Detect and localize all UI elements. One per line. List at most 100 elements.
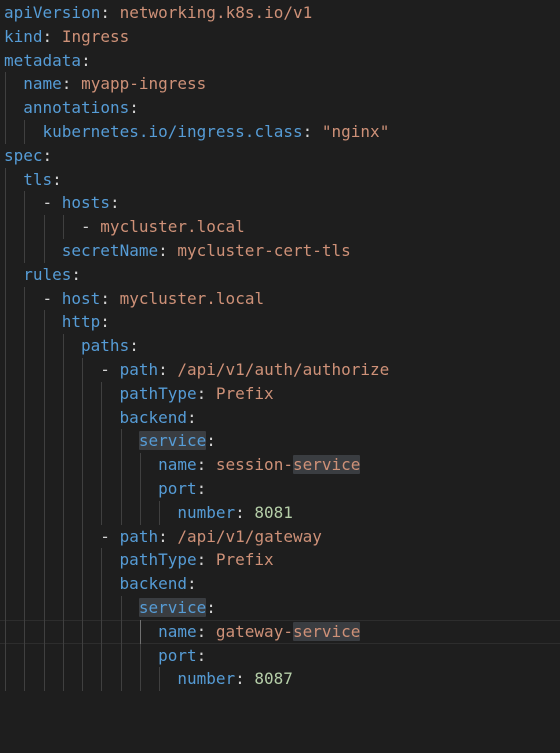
indent-guide <box>139 453 141 477</box>
indent-guide <box>62 334 64 358</box>
colon: : <box>186 407 197 427</box>
yaml-key: number <box>177 669 236 689</box>
indent-guide <box>43 405 45 430</box>
indent-guide <box>24 215 26 239</box>
indent-guide <box>5 334 6 358</box>
yaml-key: rules <box>23 264 72 284</box>
indent-guide <box>82 595 84 620</box>
yaml-key: tls <box>23 169 53 189</box>
code-line[interactable]: port: <box>0 476 560 501</box>
colon: : <box>109 193 120 213</box>
indent-guide <box>82 476 84 501</box>
code-line[interactable]: paths: <box>0 334 560 358</box>
colon: : <box>186 574 197 594</box>
code-line[interactable]: number: 8081 <box>0 500 560 525</box>
code-line[interactable]: name: session-service <box>0 453 560 477</box>
code-line[interactable]: metadata: <box>0 49 560 73</box>
indent-guide <box>5 310 6 335</box>
indent-guide <box>24 381 26 406</box>
code-line[interactable]: pathType: Prefix <box>0 381 560 406</box>
indent-guide <box>24 405 26 430</box>
indent-guide <box>5 572 6 596</box>
code-editor[interactable]: apiVersion: networking.k8s.io/v1 kind: In… <box>0 0 560 753</box>
colon: : <box>206 597 216 617</box>
colon: : <box>235 502 245 522</box>
yaml-key: pathType <box>119 550 197 570</box>
code-line[interactable]: service: <box>0 429 560 454</box>
code-line[interactable]: kind: Ingress <box>0 25 560 49</box>
indent-guide <box>24 357 26 382</box>
indent-guide <box>101 619 103 644</box>
indent-guide <box>120 453 122 477</box>
code-line[interactable]: tls: <box>0 167 560 192</box>
code-line[interactable]: http: <box>0 310 560 335</box>
yaml-key: annotations <box>23 98 130 118</box>
code-line[interactable]: name: gateway-service <box>0 619 560 644</box>
indent-guide <box>139 643 141 668</box>
yaml-key: port <box>158 645 197 665</box>
indent-guide <box>62 381 64 406</box>
yaml-key: kubernetes.io/ingress.class <box>42 121 303 141</box>
code-line[interactable]: pathType: Prefix <box>0 548 560 573</box>
indent-guide <box>62 619 64 644</box>
indent-guide <box>5 500 6 525</box>
indent-guide <box>139 619 141 644</box>
colon: : <box>100 288 110 308</box>
colon: : <box>302 121 313 141</box>
code-line[interactable]: name: myapp-ingress <box>0 72 560 97</box>
indent-guide <box>62 548 64 573</box>
code-line[interactable]: secretName: mycluster-cert-tls <box>0 238 560 263</box>
yaml-key: backend <box>119 574 187 594</box>
list-dash: - <box>100 359 120 379</box>
code-line[interactable]: - path: /api/v1/auth/authorize <box>0 357 560 382</box>
code-line[interactable]: backend: <box>0 405 560 430</box>
indent-guide <box>43 619 45 644</box>
list-dash: - <box>81 217 101 237</box>
indent-guide <box>43 572 45 596</box>
indent-guide <box>101 429 103 454</box>
indent-guide <box>24 572 26 596</box>
code-line[interactable]: backend: <box>0 572 560 596</box>
colon: : <box>129 98 139 118</box>
yaml-key: metadata <box>4 50 82 70</box>
indent-guide <box>82 500 84 525</box>
indent-guide <box>139 476 141 501</box>
code-line[interactable]: service: <box>0 595 560 620</box>
code-line[interactable]: kubernetes.io/ingress.class: "nginx" <box>0 119 560 144</box>
indent-guide <box>24 238 26 263</box>
yaml-value: mycluster.local <box>100 217 245 237</box>
colon: : <box>158 526 168 546</box>
colon: : <box>158 240 168 260</box>
indent-guide <box>159 500 161 525</box>
indent-guide <box>24 595 26 620</box>
code-line[interactable]: - hosts: <box>0 191 560 216</box>
indent-guide <box>101 405 103 430</box>
code-line[interactable]: annotations: <box>0 96 560 120</box>
colon: : <box>100 312 110 332</box>
code-line[interactable]: - path: /api/v1/gateway <box>0 524 560 549</box>
indent-guide <box>43 357 45 382</box>
indent-guide <box>5 191 6 216</box>
colon: : <box>196 550 207 570</box>
yaml-key: pathType <box>119 383 197 403</box>
code-line[interactable]: - host: mycluster.local <box>0 286 560 311</box>
yaml-key: service <box>138 597 207 617</box>
colon: : <box>196 621 207 641</box>
code-line[interactable]: - mycluster.local <box>0 215 560 239</box>
code-line[interactable]: spec: <box>0 144 560 168</box>
yaml-key: port <box>158 478 197 498</box>
colon: : <box>235 669 245 689</box>
yaml-key: http <box>61 312 101 332</box>
indent-guide <box>5 429 6 454</box>
indent-guide <box>5 215 6 239</box>
code-line[interactable]: apiVersion: networking.k8s.io/v1 <box>0 1 560 25</box>
indent-guide <box>82 619 84 644</box>
indent-guide <box>82 405 84 430</box>
colon: : <box>42 26 53 46</box>
code-line[interactable]: number: 8087 <box>0 667 560 692</box>
code-line[interactable]: rules: <box>0 262 560 287</box>
yaml-value: mycluster.local <box>119 288 265 308</box>
indent-guide <box>101 476 103 501</box>
code-line[interactable]: port: <box>0 643 560 668</box>
indent-guide <box>139 667 141 692</box>
